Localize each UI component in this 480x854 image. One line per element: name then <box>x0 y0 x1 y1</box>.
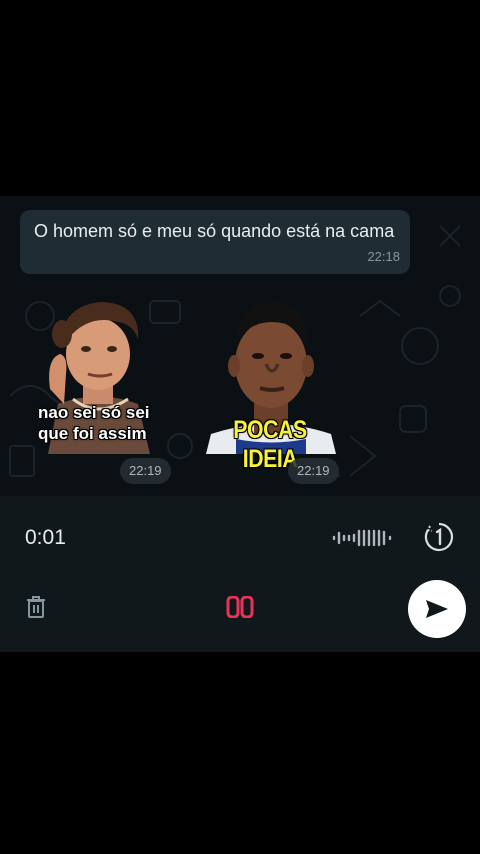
message-text: O homem só e meu só quando está na cama <box>34 221 395 241</box>
sticker-right[interactable]: POCAS IDEIA <box>196 294 346 473</box>
sticker-left[interactable]: nao sei só sei que foi assim <box>28 294 180 454</box>
sticker-caption-left: nao sei só sei que foi assim <box>38 403 150 443</box>
recording-timer: 0:01 <box>25 526 66 549</box>
send-icon <box>426 600 448 618</box>
send-button[interactable] <box>408 580 466 638</box>
sticker-time-right: 22:19 <box>288 458 339 484</box>
trash-icon[interactable] <box>26 596 46 618</box>
voice-recorder-panel: 0:01 <box>0 496 480 652</box>
pause-icon[interactable] <box>226 596 254 618</box>
sticker-time-left: 22:19 <box>120 458 171 484</box>
waveform-icon <box>332 529 392 547</box>
message-time: 22:18 <box>367 249 400 264</box>
chat-area: O homem só e meu só quando está na cama … <box>0 196 480 496</box>
message-bubble[interactable]: O homem só e meu só quando está na cama … <box>20 210 410 274</box>
view-once-icon[interactable] <box>424 522 454 552</box>
